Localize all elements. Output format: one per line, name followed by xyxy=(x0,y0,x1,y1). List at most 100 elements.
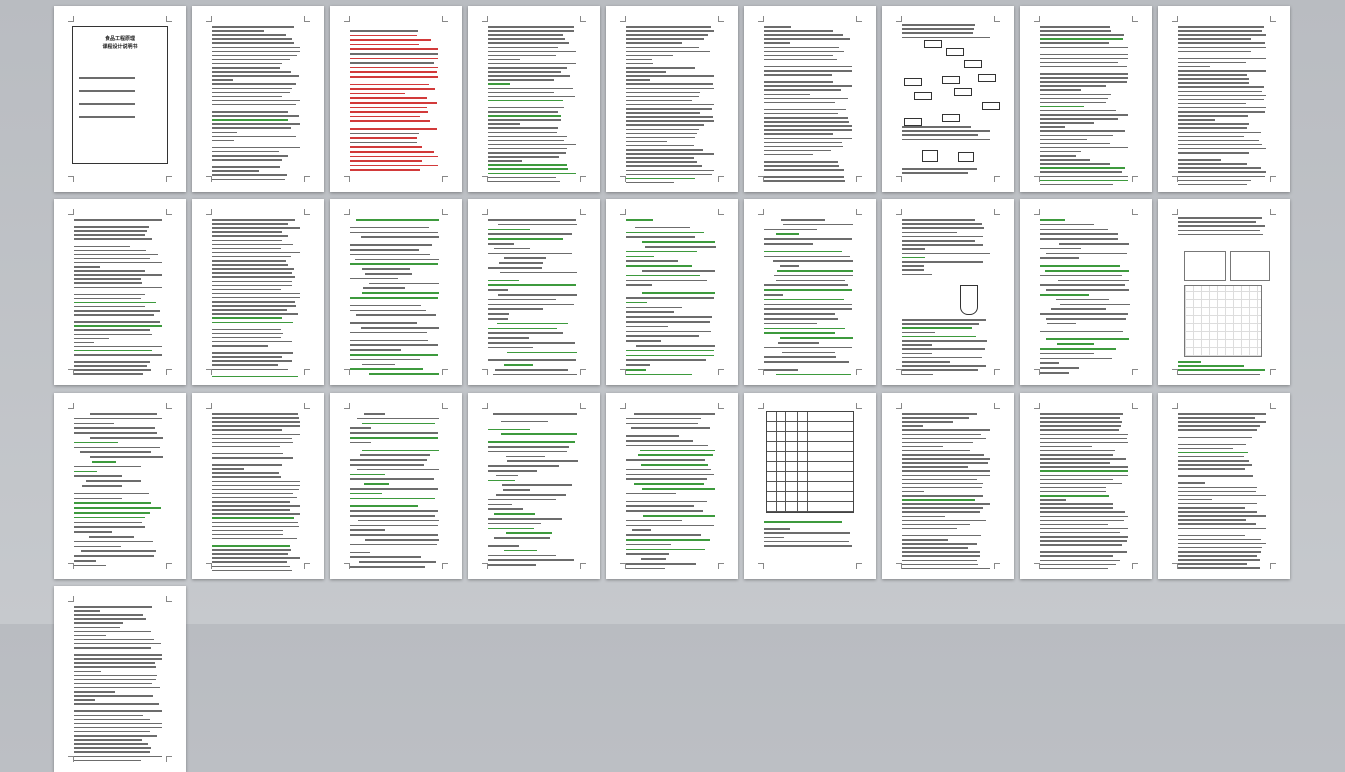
page-thumbnail[interactable] xyxy=(54,393,186,579)
page-thumbnail[interactable] xyxy=(330,199,462,385)
page-thumbnail[interactable] xyxy=(882,6,1014,192)
text-line xyxy=(626,58,652,61)
flowchart-box xyxy=(942,114,960,122)
page-thumbnail[interactable] xyxy=(744,6,876,192)
text-line xyxy=(74,249,146,252)
text-line xyxy=(493,373,577,376)
text-line xyxy=(626,157,694,159)
flowchart-box xyxy=(982,102,1000,110)
page-thumbnail[interactable] xyxy=(192,393,324,579)
text-line xyxy=(1178,46,1267,48)
text-line xyxy=(1040,30,1112,32)
text-line xyxy=(212,264,289,266)
text-line xyxy=(1178,455,1244,458)
text-line xyxy=(1178,555,1258,557)
page-thumbnail[interactable] xyxy=(330,393,462,579)
page-thumbnail[interactable] xyxy=(606,6,738,192)
text-line xyxy=(74,626,121,628)
text-line xyxy=(488,284,577,286)
page-thumbnail[interactable] xyxy=(54,586,186,772)
text-line xyxy=(212,417,299,419)
text-line xyxy=(1040,417,1120,419)
text-line xyxy=(1040,42,1110,44)
text-line xyxy=(74,634,106,637)
text-line xyxy=(902,352,932,355)
text-line xyxy=(1040,171,1122,173)
text-line xyxy=(488,87,573,89)
page-thumbnail[interactable] xyxy=(192,199,324,385)
text-line xyxy=(363,287,405,289)
page-thumbnail-grid: 食品工程原理 课程设计说明书 xyxy=(0,0,1345,772)
page-thumbnail[interactable] xyxy=(468,6,600,192)
text-line xyxy=(902,227,985,229)
text-line xyxy=(212,50,301,53)
text-line xyxy=(641,241,716,243)
page-thumbnail[interactable] xyxy=(1158,393,1290,579)
cover-title: 课程设计说明书 xyxy=(102,44,138,50)
text-line xyxy=(764,332,835,334)
text-line xyxy=(488,441,575,443)
page-thumbnail[interactable] xyxy=(330,6,462,192)
text-line xyxy=(212,95,282,98)
page-thumbnail[interactable] xyxy=(1020,199,1152,385)
page-thumbnail[interactable] xyxy=(1020,393,1152,579)
page-thumbnail[interactable] xyxy=(1020,6,1152,192)
text-line xyxy=(350,48,439,50)
text-line xyxy=(1178,179,1252,182)
page-thumbnail[interactable]: 食品工程原理 课程设计说明书 xyxy=(54,6,186,192)
text-line xyxy=(902,466,969,468)
text-line xyxy=(1178,425,1261,427)
page-thumbnail[interactable] xyxy=(744,199,876,385)
page-thumbnail[interactable] xyxy=(1158,6,1290,192)
text-line xyxy=(626,62,654,65)
data-table xyxy=(766,411,854,513)
page-content xyxy=(350,22,444,178)
page-thumbnail[interactable] xyxy=(468,199,600,385)
page-thumbnail[interactable] xyxy=(882,393,1014,579)
text-line xyxy=(1178,175,1265,177)
page-thumbnail[interactable] xyxy=(192,6,324,192)
text-line xyxy=(1040,437,1128,440)
text-line xyxy=(1178,515,1267,517)
text-line xyxy=(1040,544,1123,546)
text-line xyxy=(212,119,288,121)
text-line xyxy=(902,441,973,444)
text-line xyxy=(358,561,437,563)
text-line xyxy=(764,89,842,91)
page-thumbnail[interactable] xyxy=(606,199,738,385)
page-thumbnail[interactable] xyxy=(1158,199,1290,385)
text-line xyxy=(488,252,572,255)
text-line xyxy=(74,257,150,260)
text-line xyxy=(212,356,282,358)
text-line xyxy=(488,127,558,129)
text-line xyxy=(641,292,716,294)
text-line xyxy=(764,255,850,258)
text-line xyxy=(902,356,983,359)
text-line xyxy=(74,751,150,753)
text-line xyxy=(902,319,987,321)
page-thumbnail[interactable] xyxy=(744,393,876,579)
page-thumbnail[interactable] xyxy=(606,393,738,579)
text-line xyxy=(212,345,269,347)
text-line xyxy=(488,522,541,525)
text-line xyxy=(902,454,984,456)
text-line xyxy=(1040,257,1080,259)
text-line xyxy=(212,251,300,254)
text-line xyxy=(74,497,122,500)
page-thumbnail[interactable] xyxy=(468,393,600,579)
text-line xyxy=(626,435,680,437)
text-line xyxy=(1040,413,1124,415)
page-content xyxy=(626,22,720,184)
text-line xyxy=(773,274,853,277)
page-thumbnail[interactable] xyxy=(54,199,186,385)
text-line xyxy=(626,539,711,541)
text-line xyxy=(74,373,144,375)
text-line xyxy=(212,178,286,180)
page-thumbnail[interactable] xyxy=(882,199,1014,385)
text-line xyxy=(488,446,569,448)
text-line xyxy=(775,279,846,282)
text-line xyxy=(212,513,301,515)
text-line xyxy=(902,417,969,419)
text-line xyxy=(350,53,439,55)
text-line xyxy=(902,331,936,334)
